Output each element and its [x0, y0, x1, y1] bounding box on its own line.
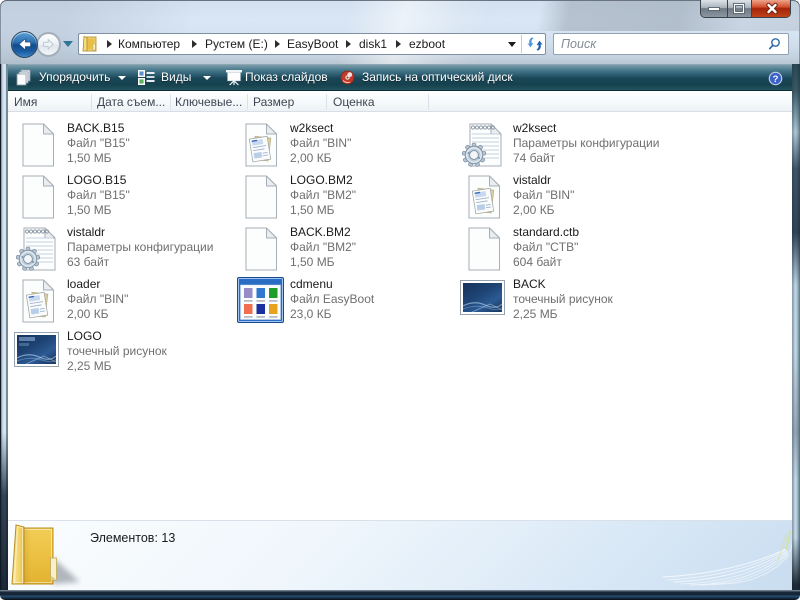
svg-text:?: ?: [773, 74, 779, 85]
